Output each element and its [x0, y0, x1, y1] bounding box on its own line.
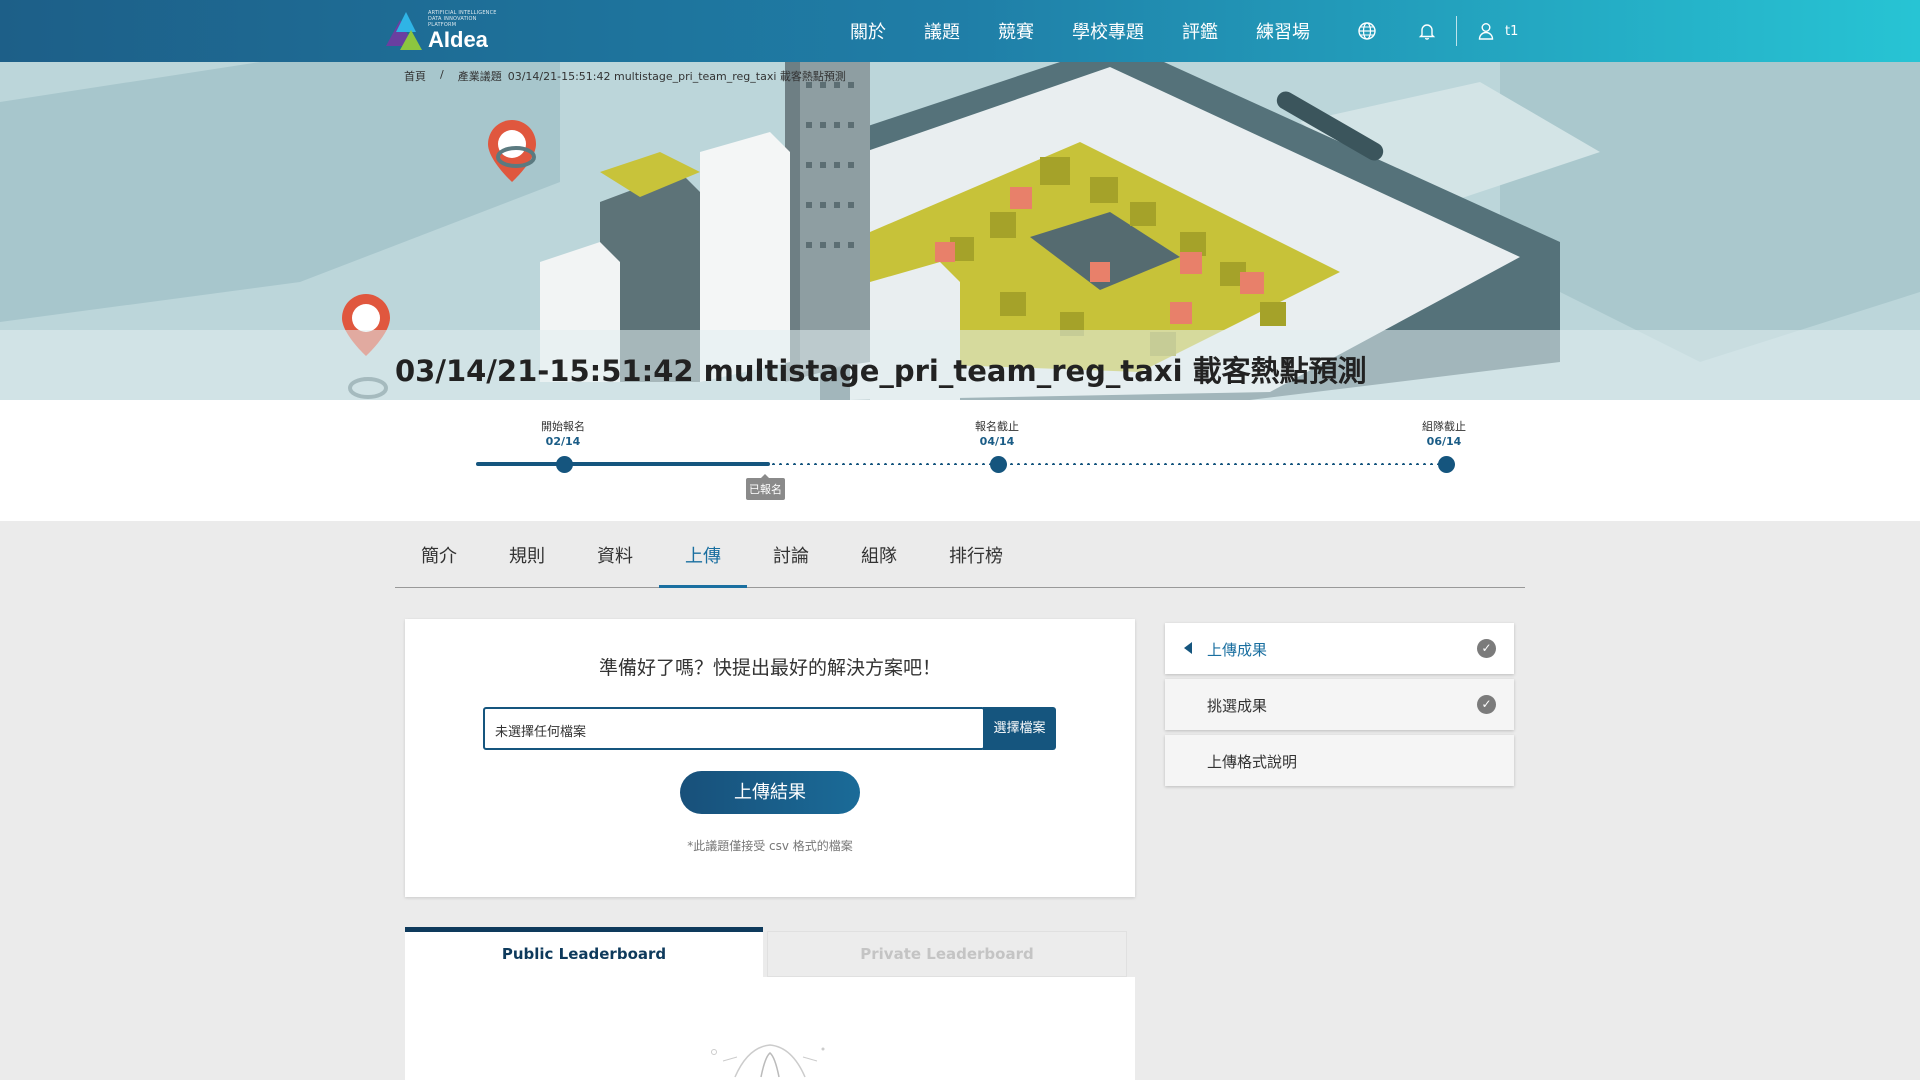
user-name[interactable]: t1 — [1505, 24, 1518, 39]
file-input[interactable]: 未選擇任何檔案 — [483, 707, 985, 750]
breadcrumb-section[interactable]: 產業議題 — [458, 68, 502, 84]
upload-result-button[interactable]: 上傳結果 — [680, 771, 860, 814]
check-circle-icon: ✓ — [1477, 639, 1496, 658]
timeline-remaining — [770, 463, 1446, 465]
tab-public-leaderboard[interactable]: Public Leaderboard — [405, 927, 763, 977]
page-title: 03/14/21-15:51:42 multistage_pri_team_re… — [395, 354, 1367, 388]
globe-icon[interactable] — [1356, 20, 1378, 42]
milestone-date-start: 02/14 — [545, 435, 581, 448]
nav-about[interactable]: 關於 — [850, 18, 886, 44]
milestone-date-reg-close: 04/14 — [979, 435, 1015, 448]
tab-discussion[interactable]: 討論 — [747, 531, 835, 588]
aidea-logo[interactable]: ARTIFICIAL INTELLIGENCE DATA INNOVATION … — [386, 10, 498, 52]
nav-divider — [1456, 16, 1457, 46]
tab-upload[interactable]: 上傳 — [659, 531, 747, 588]
nav-competitions[interactable]: 競賽 — [998, 18, 1034, 44]
upload-heading: 準備好了嗎？快提出最好的解決方案吧！ — [598, 657, 941, 679]
choose-file-button[interactable]: 選擇檔案 — [983, 707, 1056, 750]
leaderboard-panel — [405, 977, 1135, 1080]
nav-topics[interactable]: 議題 — [924, 18, 960, 44]
main-nav: 關於 議題 競賽 學校專題 評鑑 練習場 — [850, 0, 1348, 62]
registered-badge: 已報名 — [746, 474, 785, 500]
content-tabs: 簡介 規則 資料 上傳 討論 組隊 排行榜 — [395, 531, 1525, 588]
milestone-label-team-close: 組隊截止 — [1422, 420, 1466, 433]
logo-mark-icon — [386, 12, 422, 50]
tab-leaderboard[interactable]: 排行榜 — [923, 531, 1029, 588]
breadcrumb-separator: / — [440, 68, 444, 81]
side-item-label: 上傳成果 — [1207, 641, 1268, 659]
side-item-upload-result[interactable]: 上傳成果 ✓ — [1165, 623, 1514, 674]
file-placeholder: 未選擇任何檔案 — [495, 725, 587, 740]
tab-intro[interactable]: 簡介 — [395, 531, 483, 588]
side-item-label: 挑選成果 — [1207, 697, 1268, 715]
bell-icon[interactable] — [1416, 20, 1438, 42]
upload-card: 準備好了嗎？快提出最好的解決方案吧！ 未選擇任何檔案 選擇檔案 上傳結果 *此議… — [405, 619, 1135, 897]
rocket-empty-state-icon — [711, 1044, 825, 1078]
breadcrumb-home[interactable]: 首頁 — [404, 68, 426, 84]
breadcrumb-current: 03/14/21-15:51:42 multistage_pri_team_re… — [507, 70, 846, 83]
side-item-format-guide[interactable]: 上傳格式說明 — [1165, 735, 1514, 786]
tab-team[interactable]: 組隊 — [835, 531, 923, 588]
breadcrumb: 首頁 / 產業議題 03/14/21-15:51:42 multistage_p… — [404, 68, 846, 84]
timeline-node-team-close — [1438, 456, 1455, 473]
logo-text: AIdea — [428, 27, 488, 52]
caret-left-icon — [1184, 642, 1192, 654]
format-note: *此議題僅接受 csv 格式的檔案 — [687, 839, 853, 853]
side-item-label: 上傳格式說明 — [1207, 753, 1298, 771]
logo-tagline: ARTIFICIAL INTELLIGENCE DATA INNOVATION … — [428, 10, 497, 28]
top-navbar: ARTIFICIAL INTELLIGENCE DATA INNOVATION … — [0, 0, 1920, 62]
timeline-node-reg-close — [990, 456, 1007, 473]
timeline-progress — [476, 462, 770, 466]
nav-school-projects[interactable]: 學校專題 — [1072, 18, 1144, 44]
user-icon[interactable] — [1475, 20, 1497, 42]
milestone-label-reg-close: 報名截止 — [975, 420, 1019, 433]
milestone-date-team-close: 06/14 — [1426, 435, 1462, 448]
tab-rules[interactable]: 規則 — [483, 531, 571, 588]
nav-evaluation[interactable]: 評鑑 — [1182, 18, 1218, 44]
tab-data[interactable]: 資料 — [571, 531, 659, 588]
timeline-node-start — [556, 456, 573, 473]
tab-private-leaderboard[interactable]: Private Leaderboard — [767, 931, 1127, 977]
nav-practice[interactable]: 練習場 — [1256, 18, 1310, 44]
side-item-select-result[interactable]: 挑選成果 ✓ — [1165, 679, 1514, 730]
check-circle-icon: ✓ — [1477, 695, 1496, 714]
milestone-label-start: 開始報名 — [541, 420, 585, 433]
